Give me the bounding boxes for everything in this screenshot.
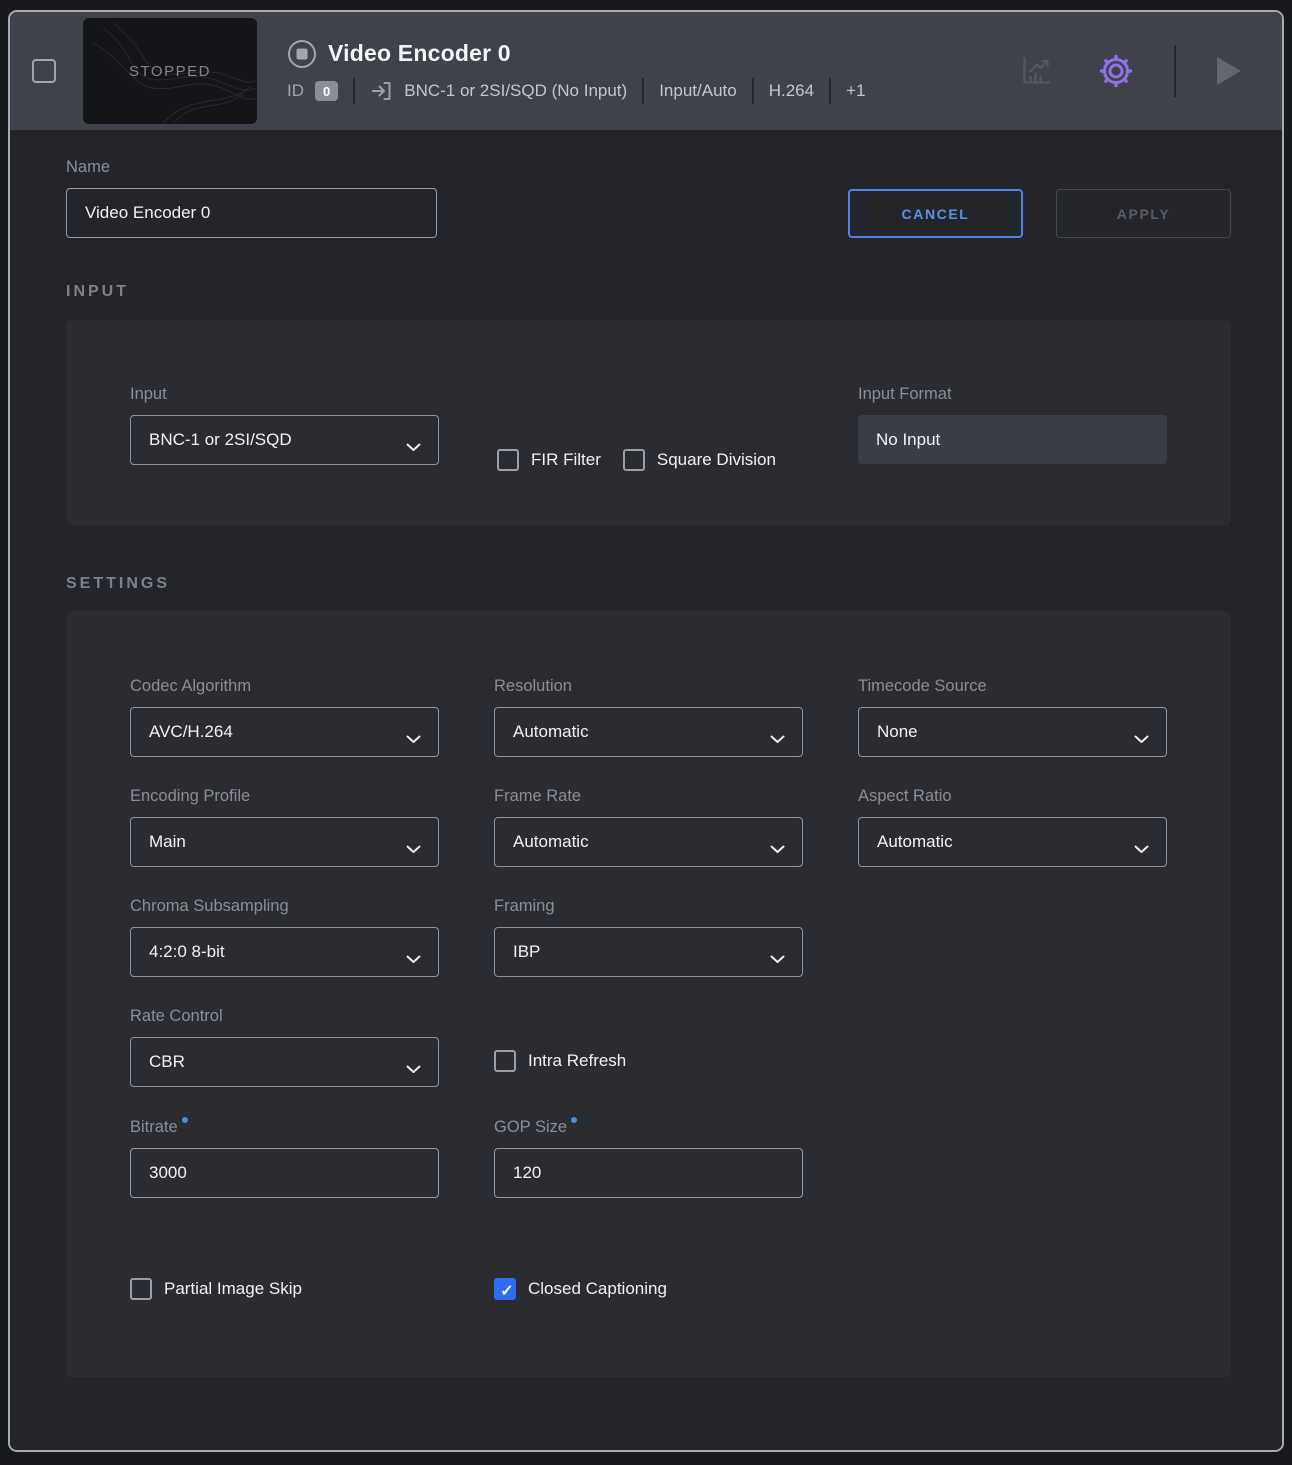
gop-size-input[interactable] <box>494 1148 803 1198</box>
chroma-subsampling-select[interactable]: 4:2:0 8-bit <box>130 927 439 977</box>
framing-label: Framing <box>494 897 803 916</box>
chevron-down-icon <box>770 729 785 749</box>
required-indicator <box>571 1117 577 1123</box>
encoding-profile-select[interactable]: Main <box>130 817 439 867</box>
framing-select[interactable]: IBP <box>494 927 803 977</box>
chevron-down-icon <box>406 729 421 749</box>
resolution-label: Resolution <box>494 677 803 696</box>
closed-captioning-label: Closed Captioning <box>528 1279 667 1299</box>
partial-image-skip-label: Partial Image Skip <box>164 1279 302 1299</box>
input-section-heading: INPUT <box>66 283 1231 301</box>
intra-refresh-label: Intra Refresh <box>528 1051 626 1071</box>
bitrate-input[interactable] <box>130 1148 439 1198</box>
aspect-ratio-label: Aspect Ratio <box>858 787 1167 806</box>
input-select[interactable]: BNC-1 or 2SI/SQD <box>130 415 439 465</box>
aspect-ratio-select[interactable]: Automatic <box>858 817 1167 867</box>
square-division-checkbox-group[interactable]: Square Division <box>623 449 776 471</box>
intra-refresh-checkbox-group[interactable]: Intra Refresh <box>494 1050 803 1072</box>
closed-captioning-checkbox-group[interactable]: Closed Captioning <box>494 1278 803 1300</box>
fir-filter-checkbox[interactable] <box>497 449 519 471</box>
input-label: Input <box>130 385 439 404</box>
video-preview-thumbnail: STOPPED <box>83 18 257 124</box>
gear-icon[interactable] <box>1096 51 1136 91</box>
rate-control-select[interactable]: CBR <box>130 1037 439 1087</box>
input-select-value: BNC-1 or 2SI/SQD <box>149 430 292 450</box>
page-title: Video Encoder 0 <box>328 40 511 67</box>
chevron-down-icon <box>406 949 421 969</box>
input-source-icon <box>370 79 394 103</box>
partial-image-skip-checkbox[interactable] <box>130 1278 152 1300</box>
input-section-panel: Input BNC-1 or 2SI/SQD FIR Filter <box>66 320 1231 526</box>
chevron-down-icon <box>406 1059 421 1079</box>
chevron-down-icon <box>1134 729 1149 749</box>
encoding-profile-label: Encoding Profile <box>130 787 439 806</box>
id-label: ID <box>287 81 304 101</box>
meta-codec: H.264 <box>769 81 814 101</box>
chevron-down-icon <box>1134 839 1149 859</box>
gop-size-label: GOP Size <box>494 1117 803 1137</box>
intra-refresh-checkbox[interactable] <box>494 1050 516 1072</box>
stop-icon <box>287 39 317 69</box>
play-icon[interactable] <box>1216 55 1242 87</box>
input-format-value: No Input <box>858 415 1167 464</box>
timecode-source-label: Timecode Source <box>858 677 1167 696</box>
square-division-label: Square Division <box>657 450 776 470</box>
separator <box>752 78 754 104</box>
closed-captioning-checkbox[interactable] <box>494 1278 516 1300</box>
partial-image-skip-checkbox-group[interactable]: Partial Image Skip <box>130 1278 439 1300</box>
name-row: Name CANCEL APPLY <box>66 158 1231 238</box>
rate-control-label: Rate Control <box>130 1007 439 1026</box>
timecode-source-select[interactable]: None <box>858 707 1167 757</box>
square-division-checkbox[interactable] <box>623 449 645 471</box>
meta-mode: Input/Auto <box>659 81 737 101</box>
settings-section-panel: Codec Algorithm AVC/H.264 Resolution Aut… <box>66 611 1231 1377</box>
codec-algorithm-select[interactable]: AVC/H.264 <box>130 707 439 757</box>
fir-filter-checkbox-group[interactable]: FIR Filter <box>497 449 601 471</box>
input-format-label: Input Format <box>858 385 1167 404</box>
frame-rate-label: Frame Rate <box>494 787 803 806</box>
separator <box>353 78 355 104</box>
separator <box>1174 45 1176 97</box>
separator <box>642 78 644 104</box>
bitrate-label: Bitrate <box>130 1117 439 1137</box>
chevron-down-icon <box>406 437 421 457</box>
codec-algorithm-label: Codec Algorithm <box>130 677 439 696</box>
encoder-card-header: STOPPED Video Encoder 0 ID 0 <box>10 12 1282 130</box>
select-encoder-checkbox[interactable] <box>32 59 56 83</box>
frame-rate-select[interactable]: Automatic <box>494 817 803 867</box>
meta-input-summary: BNC-1 or 2SI/SQD (No Input) <box>404 81 627 101</box>
screen: STOPPED Video Encoder 0 ID 0 <box>0 0 1292 1465</box>
name-label: Name <box>66 158 437 177</box>
settings-section-heading: SETTINGS <box>66 575 1231 593</box>
chevron-down-icon <box>770 949 785 969</box>
required-indicator <box>182 1117 188 1123</box>
title-block: Video Encoder 0 ID 0 BNC-1 or 2SI/SQD (N… <box>287 39 865 104</box>
encoder-card: STOPPED Video Encoder 0 ID 0 <box>8 10 1284 1452</box>
cancel-button[interactable]: CANCEL <box>848 189 1023 238</box>
chroma-subsampling-label: Chroma Subsampling <box>130 897 439 916</box>
separator <box>829 78 831 104</box>
fir-filter-label: FIR Filter <box>531 450 601 470</box>
encoder-form: Name CANCEL APPLY INPUT Input BNC-1 or 2… <box>10 130 1282 1450</box>
name-input[interactable] <box>66 188 437 238</box>
encoder-meta-row: ID 0 BNC-1 or 2SI/SQD (No Input) Input/A… <box>287 78 865 104</box>
stats-chart-icon[interactable] <box>1018 53 1054 89</box>
apply-button[interactable]: APPLY <box>1056 189 1231 238</box>
chevron-down-icon <box>406 839 421 859</box>
id-badge: 0 <box>315 81 338 101</box>
encoder-status-badge: STOPPED <box>129 63 211 80</box>
chevron-down-icon <box>770 839 785 859</box>
meta-more-count: +1 <box>846 81 865 101</box>
resolution-select[interactable]: Automatic <box>494 707 803 757</box>
header-actions <box>1018 45 1282 97</box>
